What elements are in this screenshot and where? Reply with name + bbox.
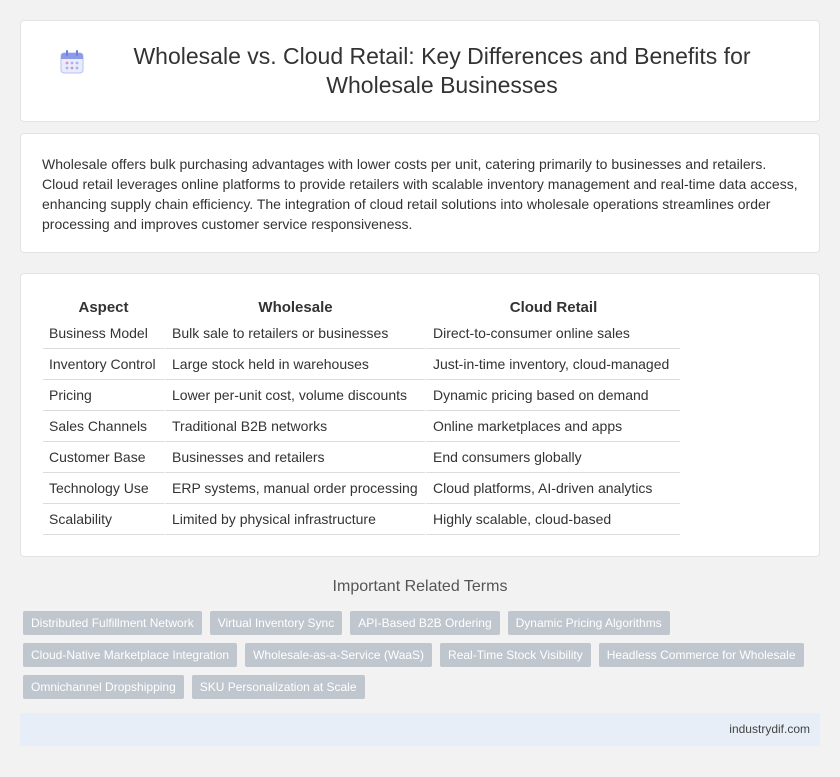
intro-card: Wholesale offers bulk purchasing advanta… (20, 133, 820, 253)
related-term-tag[interactable]: Real-Time Stock Visibility (440, 643, 591, 667)
comparison-table-card: Aspect Wholesale Cloud Retail Business M… (20, 273, 820, 557)
table-cell-aspect: Sales Channels (43, 411, 164, 442)
related-term-tag[interactable]: Headless Commerce for Wholesale (598, 643, 804, 667)
related-term-tag[interactable]: Cloud-Native Marketplace Integration (23, 643, 238, 667)
column-header-aspect: Aspect (78, 298, 129, 316)
table-cell-cloud-retail: Direct-to-consumer online sales (425, 318, 680, 349)
page-title: Wholesale vs. Cloud Retail: Key Differen… (133, 43, 751, 98)
table-cell-cloud-retail: Just-in-time inventory, cloud-managed (425, 349, 680, 380)
table-cell-wholesale: Bulk sale to retailers or businesses (164, 318, 425, 349)
table-cell-aspect: Business Model (43, 318, 164, 349)
related-term-tag[interactable]: Distributed Fulfillment Network (23, 611, 202, 635)
table-cell-cloud-retail: End consumers globally (425, 442, 680, 473)
title-card: Wholesale vs. Cloud Retail: Key Differen… (20, 20, 820, 122)
table-cell-wholesale: ERP systems, manual order processing (164, 473, 425, 504)
table-cell-aspect: Pricing (43, 380, 164, 411)
related-term-tag[interactable]: API-Based B2B Ordering (350, 611, 500, 635)
related-term-tag[interactable]: Dynamic Pricing Algorithms (507, 611, 670, 635)
table-row: Business Model Bulk sale to retailers or… (43, 318, 680, 349)
title-wrap: Wholesale vs. Cloud Retail: Key Differen… (40, 42, 800, 100)
table-cell-cloud-retail: Cloud platforms, AI-driven analytics (425, 473, 680, 504)
table-cell-wholesale: Large stock held in warehouses (164, 349, 425, 380)
intro-paragraph: Wholesale offers bulk purchasing advanta… (42, 156, 798, 232)
related-term-tag[interactable]: SKU Personalization at Scale (191, 675, 365, 699)
table-header-row: Aspect Wholesale Cloud Retail (43, 294, 680, 318)
table-cell-aspect: Technology Use (43, 473, 164, 504)
related-term-tag[interactable]: Virtual Inventory Sync (209, 611, 343, 635)
calendar-icon (60, 50, 84, 74)
table-cell-cloud-retail: Highly scalable, cloud-based (425, 504, 680, 535)
table-row: Technology Use ERP systems, manual order… (43, 473, 680, 504)
footer-site-link[interactable]: industrydif.com (729, 722, 810, 736)
related-term-tag[interactable]: Omnichannel Dropshipping (23, 675, 184, 699)
table-row: Pricing Lower per-unit cost, volume disc… (43, 380, 680, 411)
column-header-wholesale: Wholesale (164, 294, 425, 318)
table-cell-aspect: Inventory Control (43, 349, 164, 380)
table-cell-wholesale: Lower per-unit cost, volume discounts (164, 380, 425, 411)
related-terms-list: Distributed Fulfillment Network Virtual … (23, 611, 823, 707)
table-cell-wholesale: Traditional B2B networks (164, 411, 425, 442)
table-cell-aspect: Customer Base (43, 442, 164, 473)
related-term-tag[interactable]: Wholesale-as-a-Service (WaaS) (245, 643, 433, 667)
table-row: Customer Base Businesses and retailers E… (43, 442, 680, 473)
table-cell-aspect: Scalability (43, 504, 164, 535)
table-cell-wholesale: Limited by physical infrastructure (164, 504, 425, 535)
table-row: Inventory Control Large stock held in wa… (43, 349, 680, 380)
table-cell-cloud-retail: Dynamic pricing based on demand (425, 380, 680, 411)
table-row: Scalability Limited by physical infrastr… (43, 504, 680, 535)
column-header-cloud-retail: Cloud Retail (425, 294, 680, 318)
related-terms-heading: Important Related Terms (332, 578, 508, 595)
comparison-table: Aspect Wholesale Cloud Retail Business M… (43, 294, 680, 535)
table-row: Sales Channels Traditional B2B networks … (43, 411, 680, 442)
footer: industrydif.com (20, 713, 820, 746)
table-cell-cloud-retail: Online marketplaces and apps (425, 411, 680, 442)
table-cell-wholesale: Businesses and retailers (164, 442, 425, 473)
